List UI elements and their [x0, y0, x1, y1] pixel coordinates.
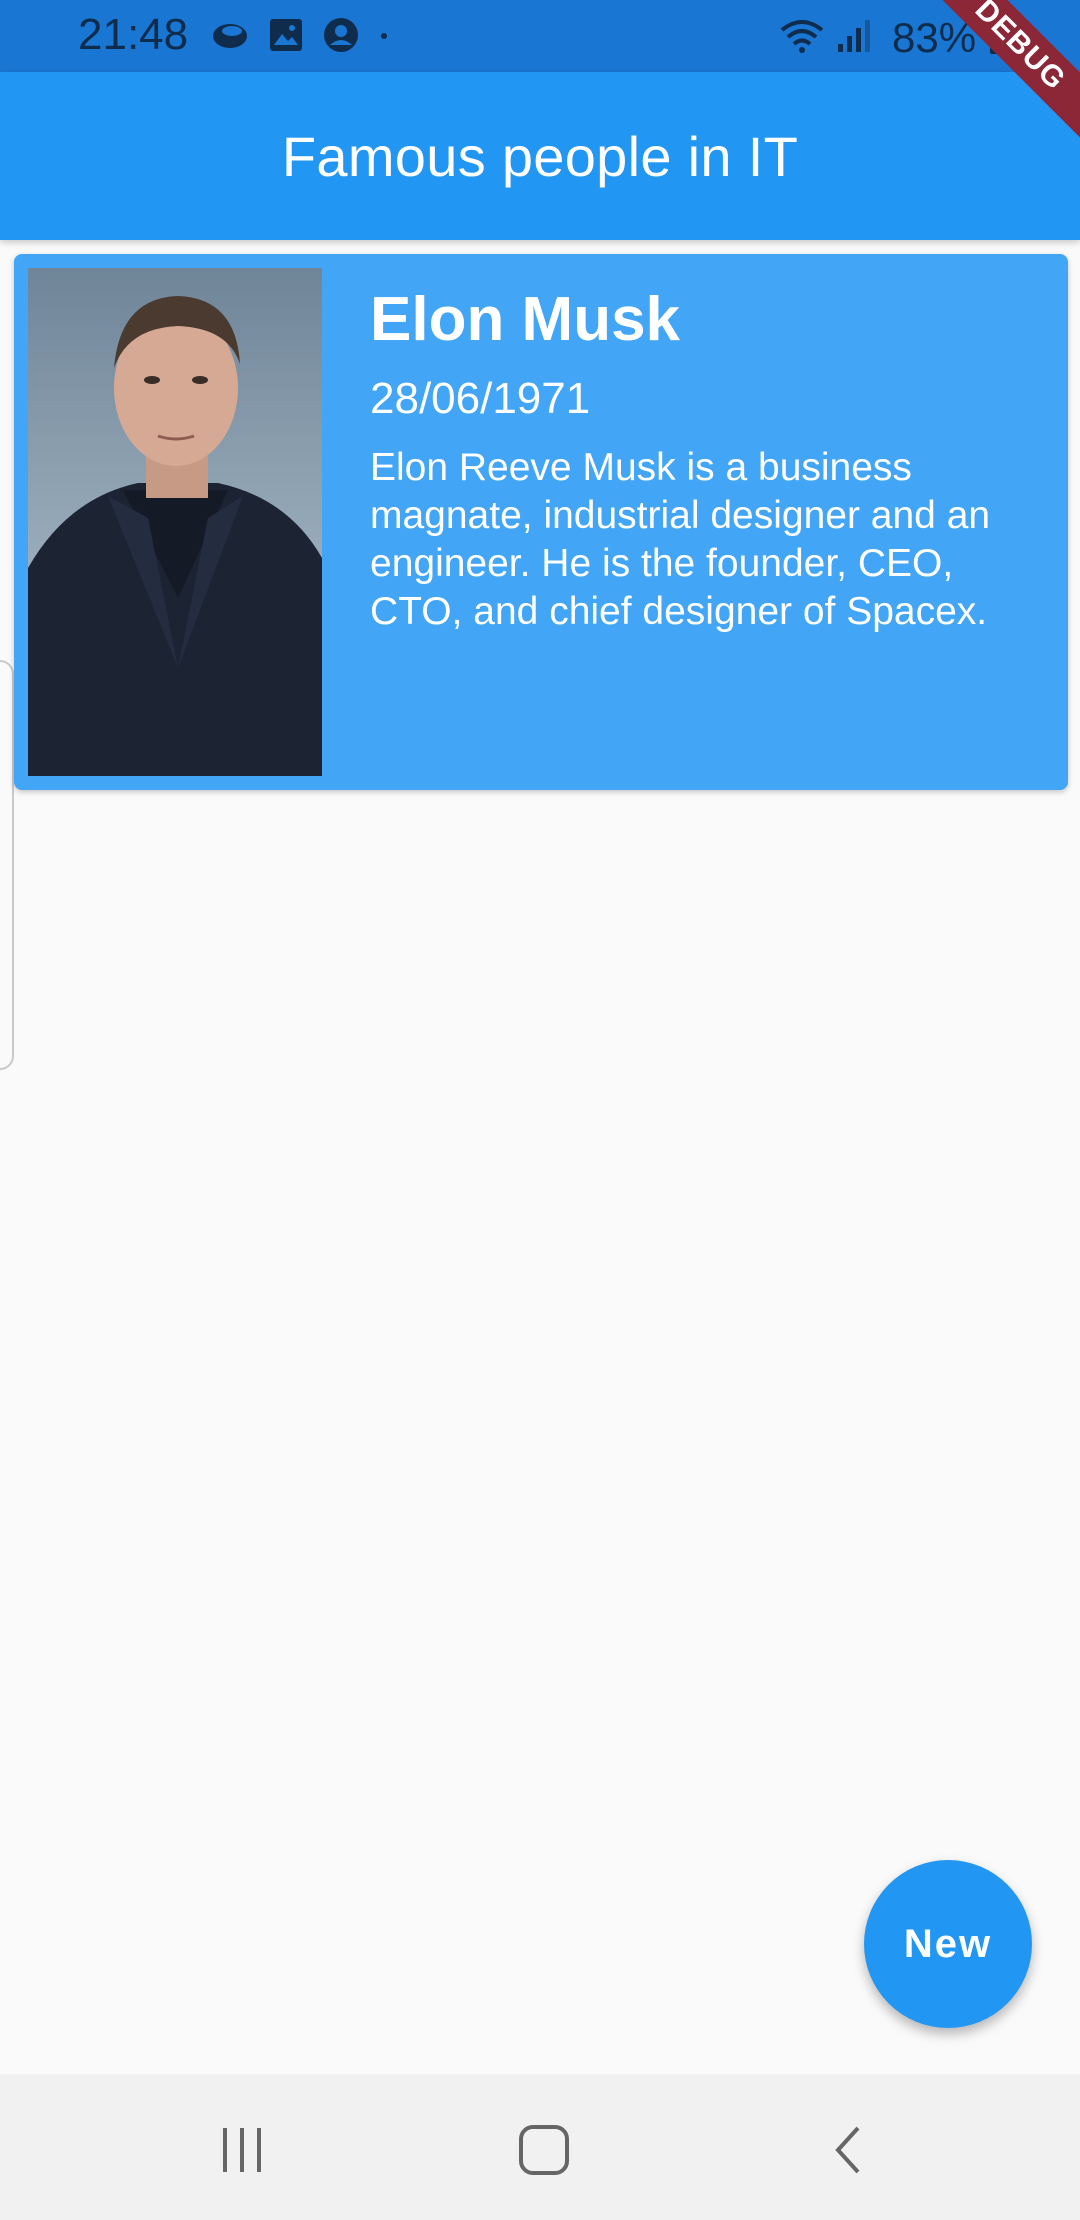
status-icons-left [210, 16, 390, 59]
screen: 21:48 83% DEBUG Famous people in IT Elon… [0, 0, 1080, 2220]
signal-icon [836, 18, 872, 59]
back-icon[interactable] [818, 2122, 878, 2178]
page-title: Famous people in IT [281, 124, 799, 188]
wifi-icon [780, 18, 824, 59]
person-card[interactable]: Elon Musk 28/06/1971 Elon Reeve Musk is … [14, 254, 1068, 790]
person-description: Elon Reeve Musk is a business magnate, i… [370, 446, 991, 633]
cloud-icon [210, 18, 250, 57]
new-person-button[interactable]: New [864, 1860, 1032, 2028]
image-icon [268, 17, 304, 58]
app-bar: Famous people in IT [0, 72, 1080, 240]
recents-icon[interactable] [212, 2122, 272, 2178]
status-time: 21:48 [78, 10, 189, 59]
person-birth-date: 28/06/1971 [370, 374, 591, 423]
home-icon[interactable] [514, 2122, 574, 2178]
dot-icon [378, 29, 390, 47]
person-name: Elon Musk [370, 285, 681, 354]
edge-panel-handle[interactable] [0, 660, 14, 1070]
account-icon [322, 16, 360, 59]
nav-bar [0, 2074, 1080, 2220]
status-bar: 21:48 83% [0, 0, 1080, 72]
person-photo [28, 268, 322, 776]
